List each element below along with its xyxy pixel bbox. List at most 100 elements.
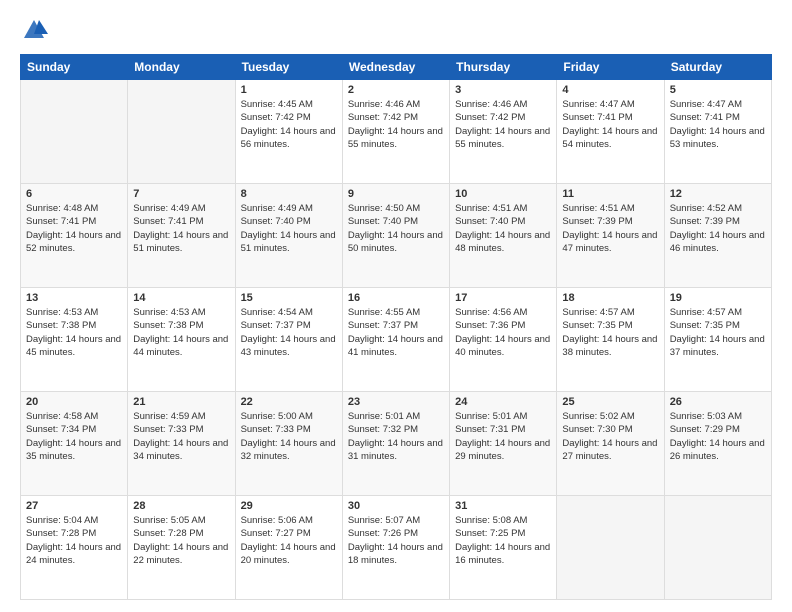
day-info: Sunrise: 5:02 AMSunset: 7:30 PMDaylight:… bbox=[562, 410, 658, 463]
day-info: Sunrise: 4:49 AMSunset: 7:40 PMDaylight:… bbox=[241, 202, 337, 255]
day-info: Sunrise: 4:56 AMSunset: 7:36 PMDaylight:… bbox=[455, 306, 551, 359]
calendar-cell: 10 Sunrise: 4:51 AMSunset: 7:40 PMDayligh… bbox=[450, 184, 557, 288]
day-info: Sunrise: 4:49 AMSunset: 7:41 PMDaylight:… bbox=[133, 202, 229, 255]
day-number: 7 bbox=[133, 188, 229, 200]
calendar-cell: 5 Sunrise: 4:47 AMSunset: 7:41 PMDaylight… bbox=[664, 80, 771, 184]
calendar-cell: 25 Sunrise: 5:02 AMSunset: 7:30 PMDayligh… bbox=[557, 392, 664, 496]
day-number: 15 bbox=[241, 292, 337, 304]
calendar-cell: 13 Sunrise: 4:53 AMSunset: 7:38 PMDayligh… bbox=[21, 288, 128, 392]
weekday-header-monday: Monday bbox=[128, 55, 235, 80]
weekday-header-row: SundayMondayTuesdayWednesdayThursdayFrid… bbox=[21, 55, 772, 80]
day-number: 31 bbox=[455, 500, 551, 512]
calendar-cell: 27Sunrise: 5:04 AMSunset: 7:28 PMDayligh… bbox=[21, 496, 128, 600]
calendar-cell: 17Sunrise: 4:56 AMSunset: 7:36 PMDayligh… bbox=[450, 288, 557, 392]
calendar-cell: 29 Sunrise: 5:06 AMSunset: 7:27 PMDayligh… bbox=[235, 496, 342, 600]
day-info: Sunrise: 4:57 AMSunset: 7:35 PMDaylight:… bbox=[562, 306, 658, 359]
day-number: 21 bbox=[133, 396, 229, 408]
day-number: 9 bbox=[348, 188, 444, 200]
calendar-cell: 4Sunrise: 4:47 AMSunset: 7:41 PMDaylight… bbox=[557, 80, 664, 184]
logo-icon bbox=[20, 16, 48, 44]
day-info: Sunrise: 4:51 AMSunset: 7:40 PMDaylight:… bbox=[455, 202, 551, 255]
calendar-cell: 18 Sunrise: 4:57 AMSunset: 7:35 PMDayligh… bbox=[557, 288, 664, 392]
calendar-table: SundayMondayTuesdayWednesdayThursdayFrid… bbox=[20, 54, 772, 600]
calendar-cell: 20 Sunrise: 4:58 AMSunset: 7:34 PMDayligh… bbox=[21, 392, 128, 496]
calendar-cell: 26Sunrise: 5:03 AMSunset: 7:29 PMDayligh… bbox=[664, 392, 771, 496]
day-number: 18 bbox=[562, 292, 658, 304]
weekday-header-tuesday: Tuesday bbox=[235, 55, 342, 80]
calendar-cell: 7 Sunrise: 4:49 AMSunset: 7:41 PMDaylight… bbox=[128, 184, 235, 288]
calendar-cell: 31 Sunrise: 5:08 AMSunset: 7:25 PMDayligh… bbox=[450, 496, 557, 600]
weekday-header-wednesday: Wednesday bbox=[342, 55, 449, 80]
day-number: 6 bbox=[26, 188, 122, 200]
day-info: Sunrise: 4:55 AMSunset: 7:37 PMDaylight:… bbox=[348, 306, 444, 359]
week-row-5: 27Sunrise: 5:04 AMSunset: 7:28 PMDayligh… bbox=[21, 496, 772, 600]
day-info: Sunrise: 4:57 AMSunset: 7:35 PMDaylight:… bbox=[670, 306, 766, 359]
day-info: Sunrise: 4:59 AMSunset: 7:33 PMDaylight:… bbox=[133, 410, 229, 463]
calendar-cell: 3 Sunrise: 4:46 AMSunset: 7:42 PMDaylight… bbox=[450, 80, 557, 184]
day-info: Sunrise: 4:46 AMSunset: 7:42 PMDaylight:… bbox=[455, 98, 551, 151]
calendar-cell bbox=[128, 80, 235, 184]
day-number: 29 bbox=[241, 500, 337, 512]
day-info: Sunrise: 5:04 AMSunset: 7:28 PMDaylight:… bbox=[26, 514, 122, 567]
calendar-cell: 19 Sunrise: 4:57 AMSunset: 7:35 PMDayligh… bbox=[664, 288, 771, 392]
day-info: Sunrise: 4:53 AMSunset: 7:38 PMDaylight:… bbox=[26, 306, 122, 359]
day-number: 16 bbox=[348, 292, 444, 304]
day-number: 10 bbox=[455, 188, 551, 200]
calendar-cell: 22Sunrise: 5:00 AMSunset: 7:33 PMDayligh… bbox=[235, 392, 342, 496]
day-number: 3 bbox=[455, 84, 551, 96]
day-info: Sunrise: 5:01 AMSunset: 7:31 PMDaylight:… bbox=[455, 410, 551, 463]
day-info: Sunrise: 4:45 AMSunset: 7:42 PMDaylight:… bbox=[241, 98, 337, 151]
weekday-header-sunday: Sunday bbox=[21, 55, 128, 80]
week-row-3: 13 Sunrise: 4:53 AMSunset: 7:38 PMDayligh… bbox=[21, 288, 772, 392]
day-number: 13 bbox=[26, 292, 122, 304]
day-number: 11 bbox=[562, 188, 658, 200]
day-info: Sunrise: 4:48 AMSunset: 7:41 PMDaylight:… bbox=[26, 202, 122, 255]
day-number: 12 bbox=[670, 188, 766, 200]
day-info: Sunrise: 5:03 AMSunset: 7:29 PMDaylight:… bbox=[670, 410, 766, 463]
header bbox=[20, 16, 772, 44]
day-number: 19 bbox=[670, 292, 766, 304]
calendar-cell: 9 Sunrise: 4:50 AMSunset: 7:40 PMDaylight… bbox=[342, 184, 449, 288]
day-info: Sunrise: 4:51 AMSunset: 7:39 PMDaylight:… bbox=[562, 202, 658, 255]
day-info: Sunrise: 5:05 AMSunset: 7:28 PMDaylight:… bbox=[133, 514, 229, 567]
logo bbox=[20, 16, 52, 44]
calendar-cell: 1 Sunrise: 4:45 AMSunset: 7:42 PMDaylight… bbox=[235, 80, 342, 184]
day-number: 25 bbox=[562, 396, 658, 408]
calendar-cell bbox=[664, 496, 771, 600]
weekday-header-saturday: Saturday bbox=[664, 55, 771, 80]
day-number: 28 bbox=[133, 500, 229, 512]
day-info: Sunrise: 4:53 AMSunset: 7:38 PMDaylight:… bbox=[133, 306, 229, 359]
day-info: Sunrise: 5:07 AMSunset: 7:26 PMDaylight:… bbox=[348, 514, 444, 567]
calendar-cell: 14 Sunrise: 4:53 AMSunset: 7:38 PMDayligh… bbox=[128, 288, 235, 392]
week-row-2: 6 Sunrise: 4:48 AMSunset: 7:41 PMDaylight… bbox=[21, 184, 772, 288]
day-number: 4 bbox=[562, 84, 658, 96]
day-info: Sunrise: 4:46 AMSunset: 7:42 PMDaylight:… bbox=[348, 98, 444, 151]
calendar-cell: 6 Sunrise: 4:48 AMSunset: 7:41 PMDaylight… bbox=[21, 184, 128, 288]
calendar-cell: 12 Sunrise: 4:52 AMSunset: 7:39 PMDayligh… bbox=[664, 184, 771, 288]
weekday-header-friday: Friday bbox=[557, 55, 664, 80]
day-number: 5 bbox=[670, 84, 766, 96]
calendar-cell: 11 Sunrise: 4:51 AMSunset: 7:39 PMDayligh… bbox=[557, 184, 664, 288]
day-number: 2 bbox=[348, 84, 444, 96]
day-info: Sunrise: 4:47 AMSunset: 7:41 PMDaylight:… bbox=[670, 98, 766, 151]
calendar-cell: 30Sunrise: 5:07 AMSunset: 7:26 PMDayligh… bbox=[342, 496, 449, 600]
day-number: 8 bbox=[241, 188, 337, 200]
day-info: Sunrise: 5:06 AMSunset: 7:27 PMDaylight:… bbox=[241, 514, 337, 567]
day-number: 1 bbox=[241, 84, 337, 96]
day-info: Sunrise: 4:58 AMSunset: 7:34 PMDaylight:… bbox=[26, 410, 122, 463]
day-info: Sunrise: 4:50 AMSunset: 7:40 PMDaylight:… bbox=[348, 202, 444, 255]
calendar-cell: 16 Sunrise: 4:55 AMSunset: 7:37 PMDayligh… bbox=[342, 288, 449, 392]
day-number: 14 bbox=[133, 292, 229, 304]
day-info: Sunrise: 5:08 AMSunset: 7:25 PMDaylight:… bbox=[455, 514, 551, 567]
weekday-header-thursday: Thursday bbox=[450, 55, 557, 80]
calendar-cell: 2 Sunrise: 4:46 AMSunset: 7:42 PMDaylight… bbox=[342, 80, 449, 184]
day-info: Sunrise: 4:52 AMSunset: 7:39 PMDaylight:… bbox=[670, 202, 766, 255]
day-number: 20 bbox=[26, 396, 122, 408]
calendar-cell: 24 Sunrise: 5:01 AMSunset: 7:31 PMDayligh… bbox=[450, 392, 557, 496]
day-info: Sunrise: 5:00 AMSunset: 7:33 PMDaylight:… bbox=[241, 410, 337, 463]
day-info: Sunrise: 5:01 AMSunset: 7:32 PMDaylight:… bbox=[348, 410, 444, 463]
calendar-cell: 28 Sunrise: 5:05 AMSunset: 7:28 PMDayligh… bbox=[128, 496, 235, 600]
day-number: 23 bbox=[348, 396, 444, 408]
calendar-cell: 15Sunrise: 4:54 AMSunset: 7:37 PMDayligh… bbox=[235, 288, 342, 392]
day-number: 24 bbox=[455, 396, 551, 408]
